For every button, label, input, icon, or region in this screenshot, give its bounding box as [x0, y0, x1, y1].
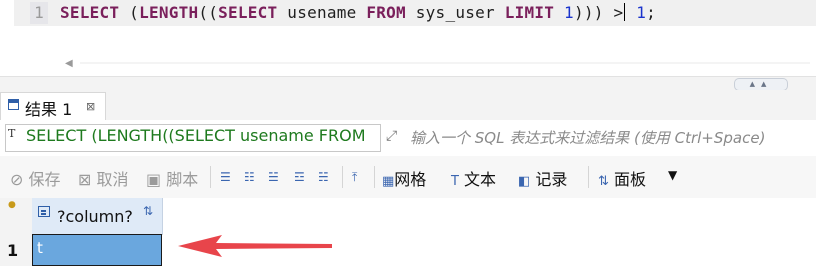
panels-button[interactable]: ⇅ 面板 [598, 166, 646, 190]
results-grid-icon [8, 99, 19, 110]
keyword-from: FROM [366, 3, 406, 22]
filter-placeholder[interactable]: 输入一个 SQL 表达式来过滤结果 (使用 Ctrl+Space) [410, 127, 765, 148]
script-label: 脚本 [166, 170, 199, 189]
sql-paren: ( [119, 3, 140, 22]
grid-view-button[interactable]: ▦网格 [382, 166, 426, 190]
grid-corner[interactable] [0, 198, 33, 235]
delete-row-icon[interactable]: ☲ [294, 170, 305, 184]
script-icon: ▣ [146, 170, 162, 189]
sql-space [626, 3, 636, 22]
sql-number: 1 [564, 3, 574, 22]
toolbar-divider [374, 166, 375, 188]
sql-close-paren: ))) > [573, 3, 624, 22]
panel-label: 面板 [614, 170, 647, 189]
export-icon[interactable]: ⤒ [352, 170, 357, 185]
panels-dropdown-icon[interactable]: ▼ [668, 168, 677, 182]
sql-number: 1 [636, 3, 647, 22]
sql-semicolon: ; [646, 3, 657, 22]
grid-icon: ▦ [382, 174, 395, 189]
copy-row-icon[interactable]: ☱ [268, 170, 279, 184]
row-number: 1 [7, 241, 19, 260]
sql-column: usename [277, 3, 367, 22]
sort-filter-icon[interactable]: ⇅ [143, 204, 153, 218]
keyword-select: SELECT [60, 3, 120, 22]
sql-space [554, 3, 564, 22]
text-filter-icon: T [8, 127, 16, 140]
grid-label: 网格 [394, 170, 427, 189]
script-button[interactable]: ▣ 脚本 [146, 166, 198, 190]
keyword-length: LENGTH [139, 3, 199, 22]
record-label: 记录 [535, 170, 568, 189]
sql-table: sys_user [405, 3, 505, 22]
toolbar-divider [210, 166, 211, 188]
lock-icon: ● [8, 200, 16, 210]
filter-value: SELECT (LENGTH((SELECT usename FROM [26, 126, 366, 145]
text-view-icon: T [451, 174, 459, 189]
panel-splitter[interactable] [0, 76, 816, 91]
keyword-select: SELECT [218, 3, 278, 22]
column-header-label: ?column? [57, 207, 133, 226]
tab-label: 结果 1 [25, 100, 73, 119]
annotation-arrow-icon [178, 235, 332, 257]
add-row-icon[interactable]: ☷ [244, 170, 255, 184]
record-icon: ◧ [518, 174, 531, 189]
cancel-icon: ⊠ [78, 170, 92, 189]
sql-statement[interactable]: SELECT (LENGTH((SELECT usename FROM sys_… [60, 3, 656, 22]
selected-cell[interactable] [32, 234, 162, 266]
save-button[interactable]: ⊘ 保存 [10, 166, 61, 190]
save-icon: ⊘ [10, 170, 24, 189]
record-view-button[interactable]: ◧ 记录 [518, 166, 567, 190]
results-tab-strip [0, 90, 816, 121]
text-label: 文本 [464, 170, 497, 189]
edit-row-icon[interactable]: ☰ [220, 170, 231, 184]
save-label: 保存 [28, 170, 61, 189]
sql-paren: (( [198, 3, 219, 22]
scroll-left-icon[interactable]: ◀ [65, 58, 73, 69]
close-tab-icon[interactable]: ⊠ [86, 100, 95, 113]
cancel-button[interactable]: ⊠ 取消 [78, 166, 129, 190]
cancel-label: 取消 [96, 170, 129, 189]
panel-icon: ⇅ [598, 174, 609, 189]
keyword-limit: LIMIT [504, 3, 555, 22]
line-number: 1 [34, 3, 44, 22]
cell-value: t [37, 239, 43, 257]
refresh-rows-icon[interactable]: ☵ [318, 170, 329, 184]
horizontal-scrollbar[interactable] [80, 62, 810, 64]
toolbar-divider [342, 166, 343, 188]
expand-filter-icon[interactable]: ⤢ [386, 128, 397, 144]
column-type-icon [38, 206, 50, 217]
text-view-button[interactable]: T 文本 [451, 166, 496, 190]
toolbar-divider [588, 166, 589, 188]
